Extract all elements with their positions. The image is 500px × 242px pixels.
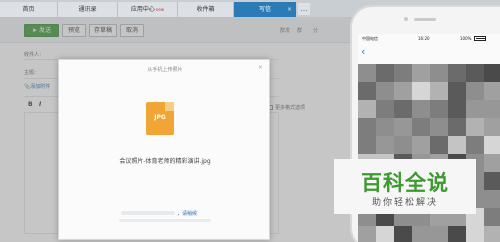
mosaic-cell: [484, 100, 500, 118]
mosaic-cell: [358, 226, 376, 242]
mosaic-cell: [466, 100, 484, 118]
battery-percent: 100%: [460, 36, 472, 41]
clock-label: 16:20: [418, 36, 430, 41]
mosaic-cell: [484, 118, 500, 136]
mosaic-cell: [430, 82, 448, 100]
mosaic-cell: [394, 226, 412, 242]
phone-status-bar: 中国电信 16:20 100%: [358, 34, 500, 44]
mosaic-cell: [358, 100, 376, 118]
mosaic-cell: [358, 64, 376, 82]
carrier-label: 中国电信: [362, 36, 378, 41]
mosaic-cell: [394, 82, 412, 100]
close-icon[interactable]: ×: [287, 2, 292, 17]
file-fold-shape: [165, 102, 174, 111]
mosaic-cell: [376, 64, 394, 82]
mosaic-cell: [466, 64, 484, 82]
mosaic-cell: [430, 64, 448, 82]
mosaic-cell: [412, 82, 430, 100]
pixelated-photo-grid: [358, 64, 500, 242]
mosaic-cell: [484, 190, 500, 208]
tab-inbox[interactable]: 收件箱: [178, 2, 234, 17]
mosaic-cell: [430, 226, 448, 242]
mosaic-cell: [376, 226, 394, 242]
mosaic-cell: [358, 118, 376, 136]
watermark-subtitle: 助你轻松解决: [371, 198, 438, 208]
mosaic-cell: [376, 100, 394, 118]
jpg-file-icon: JPG: [146, 102, 174, 135]
upload-status-text: ，请稍候: [177, 211, 198, 217]
tab-app-center[interactable]: 应用中心new: [118, 2, 178, 17]
mosaic-cell: [448, 118, 466, 136]
mosaic-cell: [466, 136, 484, 154]
upload-status-blurred: [121, 211, 175, 215]
speaker-icon: [414, 18, 436, 21]
new-badge: new: [155, 7, 165, 12]
front-camera-icon: [404, 17, 408, 21]
mosaic-cell: [358, 82, 376, 100]
mosaic-cell: [376, 82, 394, 100]
mosaic-cell: [484, 136, 500, 154]
tab-label: 应用中心: [130, 6, 155, 13]
mosaic-cell: [412, 118, 430, 136]
mosaic-cell: [448, 226, 466, 242]
upload-progress-bar: [119, 219, 211, 222]
battery-icon: [474, 36, 486, 41]
tab-label: 收件箱: [196, 6, 215, 13]
tab-label: 写信: [258, 6, 271, 13]
mosaic-cell: [412, 226, 430, 242]
mosaic-cell: [376, 136, 394, 154]
mosaic-cell: [376, 118, 394, 136]
watermark-title: 百科全说: [361, 171, 449, 195]
tab-compose[interactable]: 写信 ×: [234, 2, 296, 17]
watermark-logo: 百科全说 助你轻松解决: [334, 159, 476, 214]
mosaic-cell: [412, 100, 430, 118]
mosaic-cell: [412, 64, 430, 82]
mosaic-cell: [430, 118, 448, 136]
phone-nav-bar: ‹: [358, 45, 500, 61]
mosaic-cell: [394, 136, 412, 154]
tab-home[interactable]: 首页: [0, 2, 58, 17]
mosaic-cell: [394, 100, 412, 118]
more-tabs-button[interactable]: …: [298, 3, 310, 15]
mosaic-cell: [358, 136, 376, 154]
back-chevron-icon[interactable]: ‹: [361, 46, 365, 58]
mosaic-cell: [484, 82, 500, 100]
mosaic-cell: [448, 64, 466, 82]
file-name: 会议照片-体育老师的精彩演讲.jpg: [119, 158, 211, 165]
mosaic-cell: [484, 172, 500, 190]
mosaic-cell: [448, 82, 466, 100]
mosaic-cell: [448, 100, 466, 118]
mosaic-cell: [484, 154, 500, 172]
mosaic-cell: [430, 136, 448, 154]
mosaic-cell: [484, 226, 500, 242]
mosaic-cell: [484, 208, 500, 226]
mosaic-cell: [466, 82, 484, 100]
file-extension-label: JPG: [154, 114, 166, 121]
mosaic-cell: [466, 226, 484, 242]
mosaic-cell: [394, 64, 412, 82]
close-icon[interactable]: ×: [258, 64, 263, 71]
tab-label: 通讯录: [78, 6, 97, 13]
tab-label: 首页: [22, 6, 35, 13]
upload-from-phone-dialog: 从手机上传照片 × JPG 会议照片-体育老师的精彩演讲.jpg ，请稍候: [58, 59, 270, 240]
mosaic-cell: [394, 118, 412, 136]
mosaic-cell: [448, 136, 466, 154]
tab-contacts[interactable]: 通讯录: [58, 2, 118, 17]
mosaic-cell: [466, 118, 484, 136]
dialog-title: 从手机上传照片: [147, 67, 183, 73]
mosaic-cell: [484, 64, 500, 82]
mosaic-cell: [412, 136, 430, 154]
mosaic-cell: [430, 100, 448, 118]
